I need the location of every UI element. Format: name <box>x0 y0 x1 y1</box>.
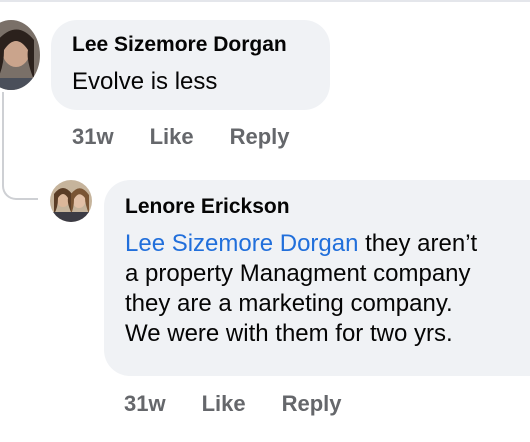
reply-author[interactable]: Lenore Erickson <box>125 194 530 220</box>
reply-text-segment: they aren’t <box>358 230 478 257</box>
reply-timestamp[interactable]: 31w <box>124 391 166 417</box>
comment-thread: Lee Sizemore Dorgan Evolve is less 31w L… <box>0 0 530 442</box>
like-button[interactable]: Like <box>202 391 246 417</box>
comment-text: Evolve is less <box>72 68 218 95</box>
reply-text-line: Lee Sizemore Dorgan they aren’t <box>125 229 530 259</box>
mention-link[interactable]: Lee Sizemore Dorgan <box>125 230 358 257</box>
thread-connector-line <box>2 92 38 200</box>
reply-text-line: a property Managment company <box>125 260 471 287</box>
reply-text-line: they are a marketing company. <box>125 290 453 317</box>
reply-text: Lee Sizemore Dorgan they aren’t a proper… <box>125 229 530 349</box>
reply-button[interactable]: Reply <box>230 124 290 150</box>
reply-bubble: Lenore Erickson Lee Sizemore Dorgan they… <box>104 180 530 376</box>
comment-timestamp[interactable]: 31w <box>72 124 114 150</box>
comment-author[interactable]: Lee Sizemore Dorgan <box>72 32 330 58</box>
comment-actions: 31w Like Reply <box>72 124 290 150</box>
like-button[interactable]: Like <box>150 124 194 150</box>
reply-button[interactable]: Reply <box>282 391 342 417</box>
divider <box>0 0 530 2</box>
avatar[interactable] <box>0 20 40 90</box>
reply-text-line: We were with them for two yrs. <box>125 320 453 347</box>
reply-actions: 31w Like Reply <box>124 391 342 417</box>
comment-bubble: Lee Sizemore Dorgan Evolve is less <box>51 20 330 110</box>
reply-avatar[interactable] <box>50 180 92 222</box>
